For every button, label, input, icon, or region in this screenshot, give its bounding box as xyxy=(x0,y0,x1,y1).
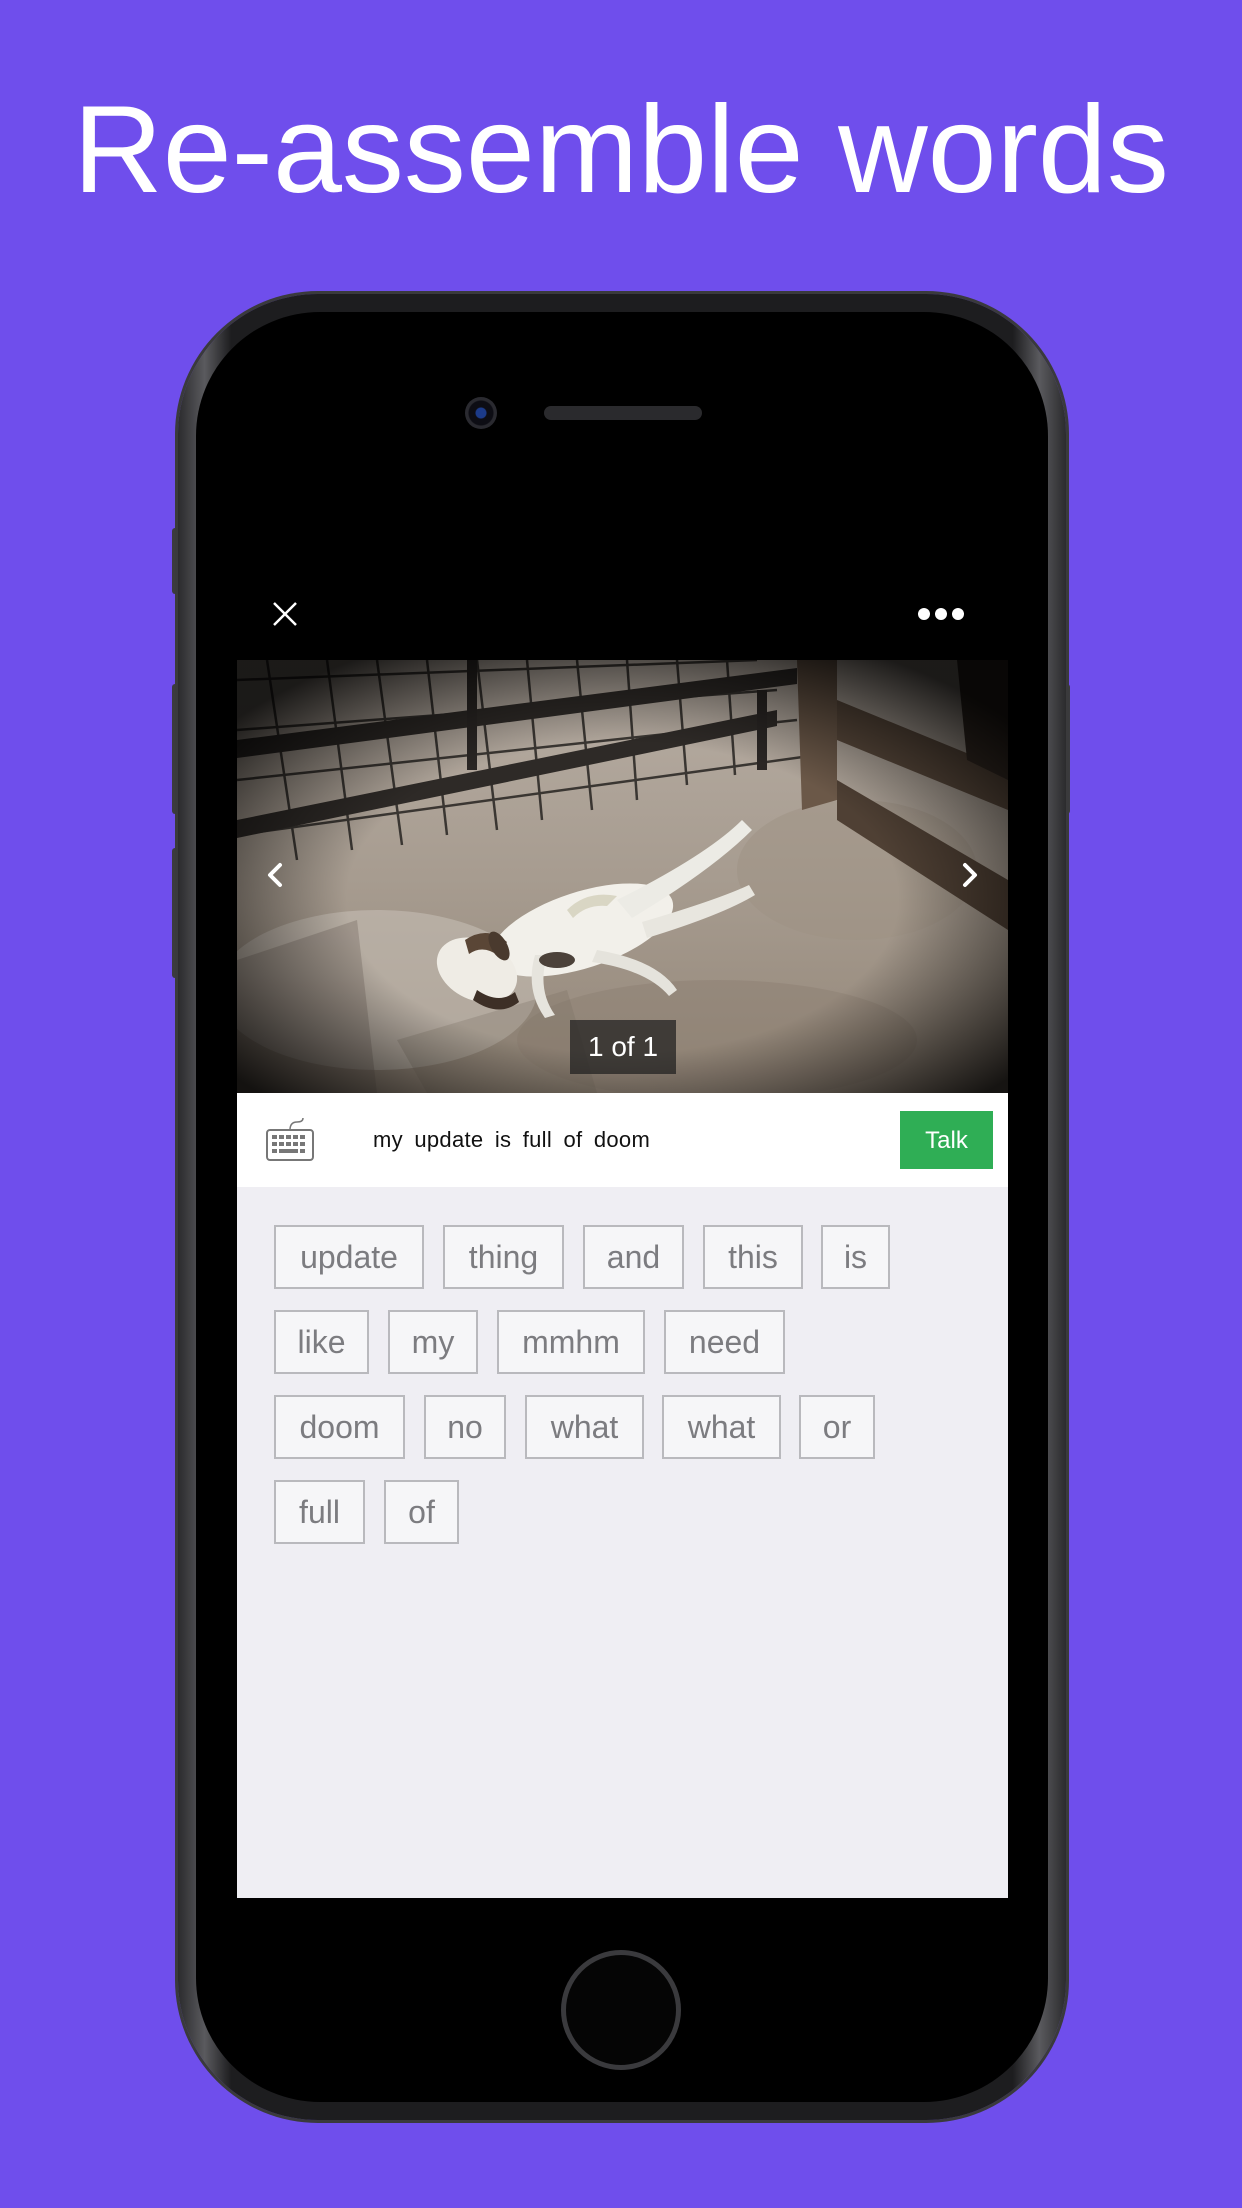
word-chip[interactable]: and xyxy=(583,1225,684,1289)
assembled-sentence: my update is full of doom xyxy=(373,1127,651,1152)
app-screen: 1 of 1 my update is full of doom Talk up… xyxy=(237,528,1008,1898)
word-chip[interactable]: thing xyxy=(443,1225,564,1289)
chevron-right-icon xyxy=(963,863,977,887)
word-chip[interactable]: what xyxy=(662,1395,781,1459)
close-icon xyxy=(273,602,297,626)
more-options-button[interactable] xyxy=(917,598,965,630)
photo-counter: 1 of 1 xyxy=(570,1020,676,1074)
earpiece-speaker xyxy=(544,406,702,420)
word-chip[interactable]: what xyxy=(525,1395,644,1459)
talk-button[interactable]: Talk xyxy=(900,1111,993,1169)
home-button[interactable] xyxy=(561,1950,681,2070)
keyboard-icon xyxy=(266,1117,314,1161)
word-chip[interactable]: like xyxy=(274,1310,369,1374)
previous-photo-button[interactable] xyxy=(255,855,295,895)
more-dots-icon xyxy=(918,608,964,620)
front-camera xyxy=(465,397,497,429)
close-button[interactable] xyxy=(269,598,301,630)
word-chip[interactable]: this xyxy=(703,1225,803,1289)
word-chip[interactable]: of xyxy=(384,1480,459,1544)
viewer-top-bar xyxy=(237,528,1008,660)
word-chip[interactable]: update xyxy=(274,1225,424,1289)
word-chip[interactable]: is xyxy=(821,1225,890,1289)
word-chip[interactable]: full xyxy=(274,1480,365,1544)
word-chip[interactable]: or xyxy=(799,1395,875,1459)
word-chip[interactable]: doom xyxy=(274,1395,405,1459)
goat-photo: 1 of 1 xyxy=(237,660,1008,1093)
word-chip[interactable]: no xyxy=(424,1395,506,1459)
next-photo-button[interactable] xyxy=(950,855,990,895)
promo-headline: Re-assemble words xyxy=(73,81,1169,219)
word-chip[interactable]: need xyxy=(664,1310,785,1374)
word-chip[interactable]: mmhm xyxy=(497,1310,645,1374)
word-bank: update thing and this is like my mmhm ne… xyxy=(237,1187,1008,1898)
chevron-left-icon xyxy=(268,863,282,887)
keyboard-toggle-button[interactable] xyxy=(265,1117,315,1162)
sentence-bar: my update is full of doom Talk xyxy=(237,1093,1008,1187)
word-chip[interactable]: my xyxy=(388,1310,478,1374)
